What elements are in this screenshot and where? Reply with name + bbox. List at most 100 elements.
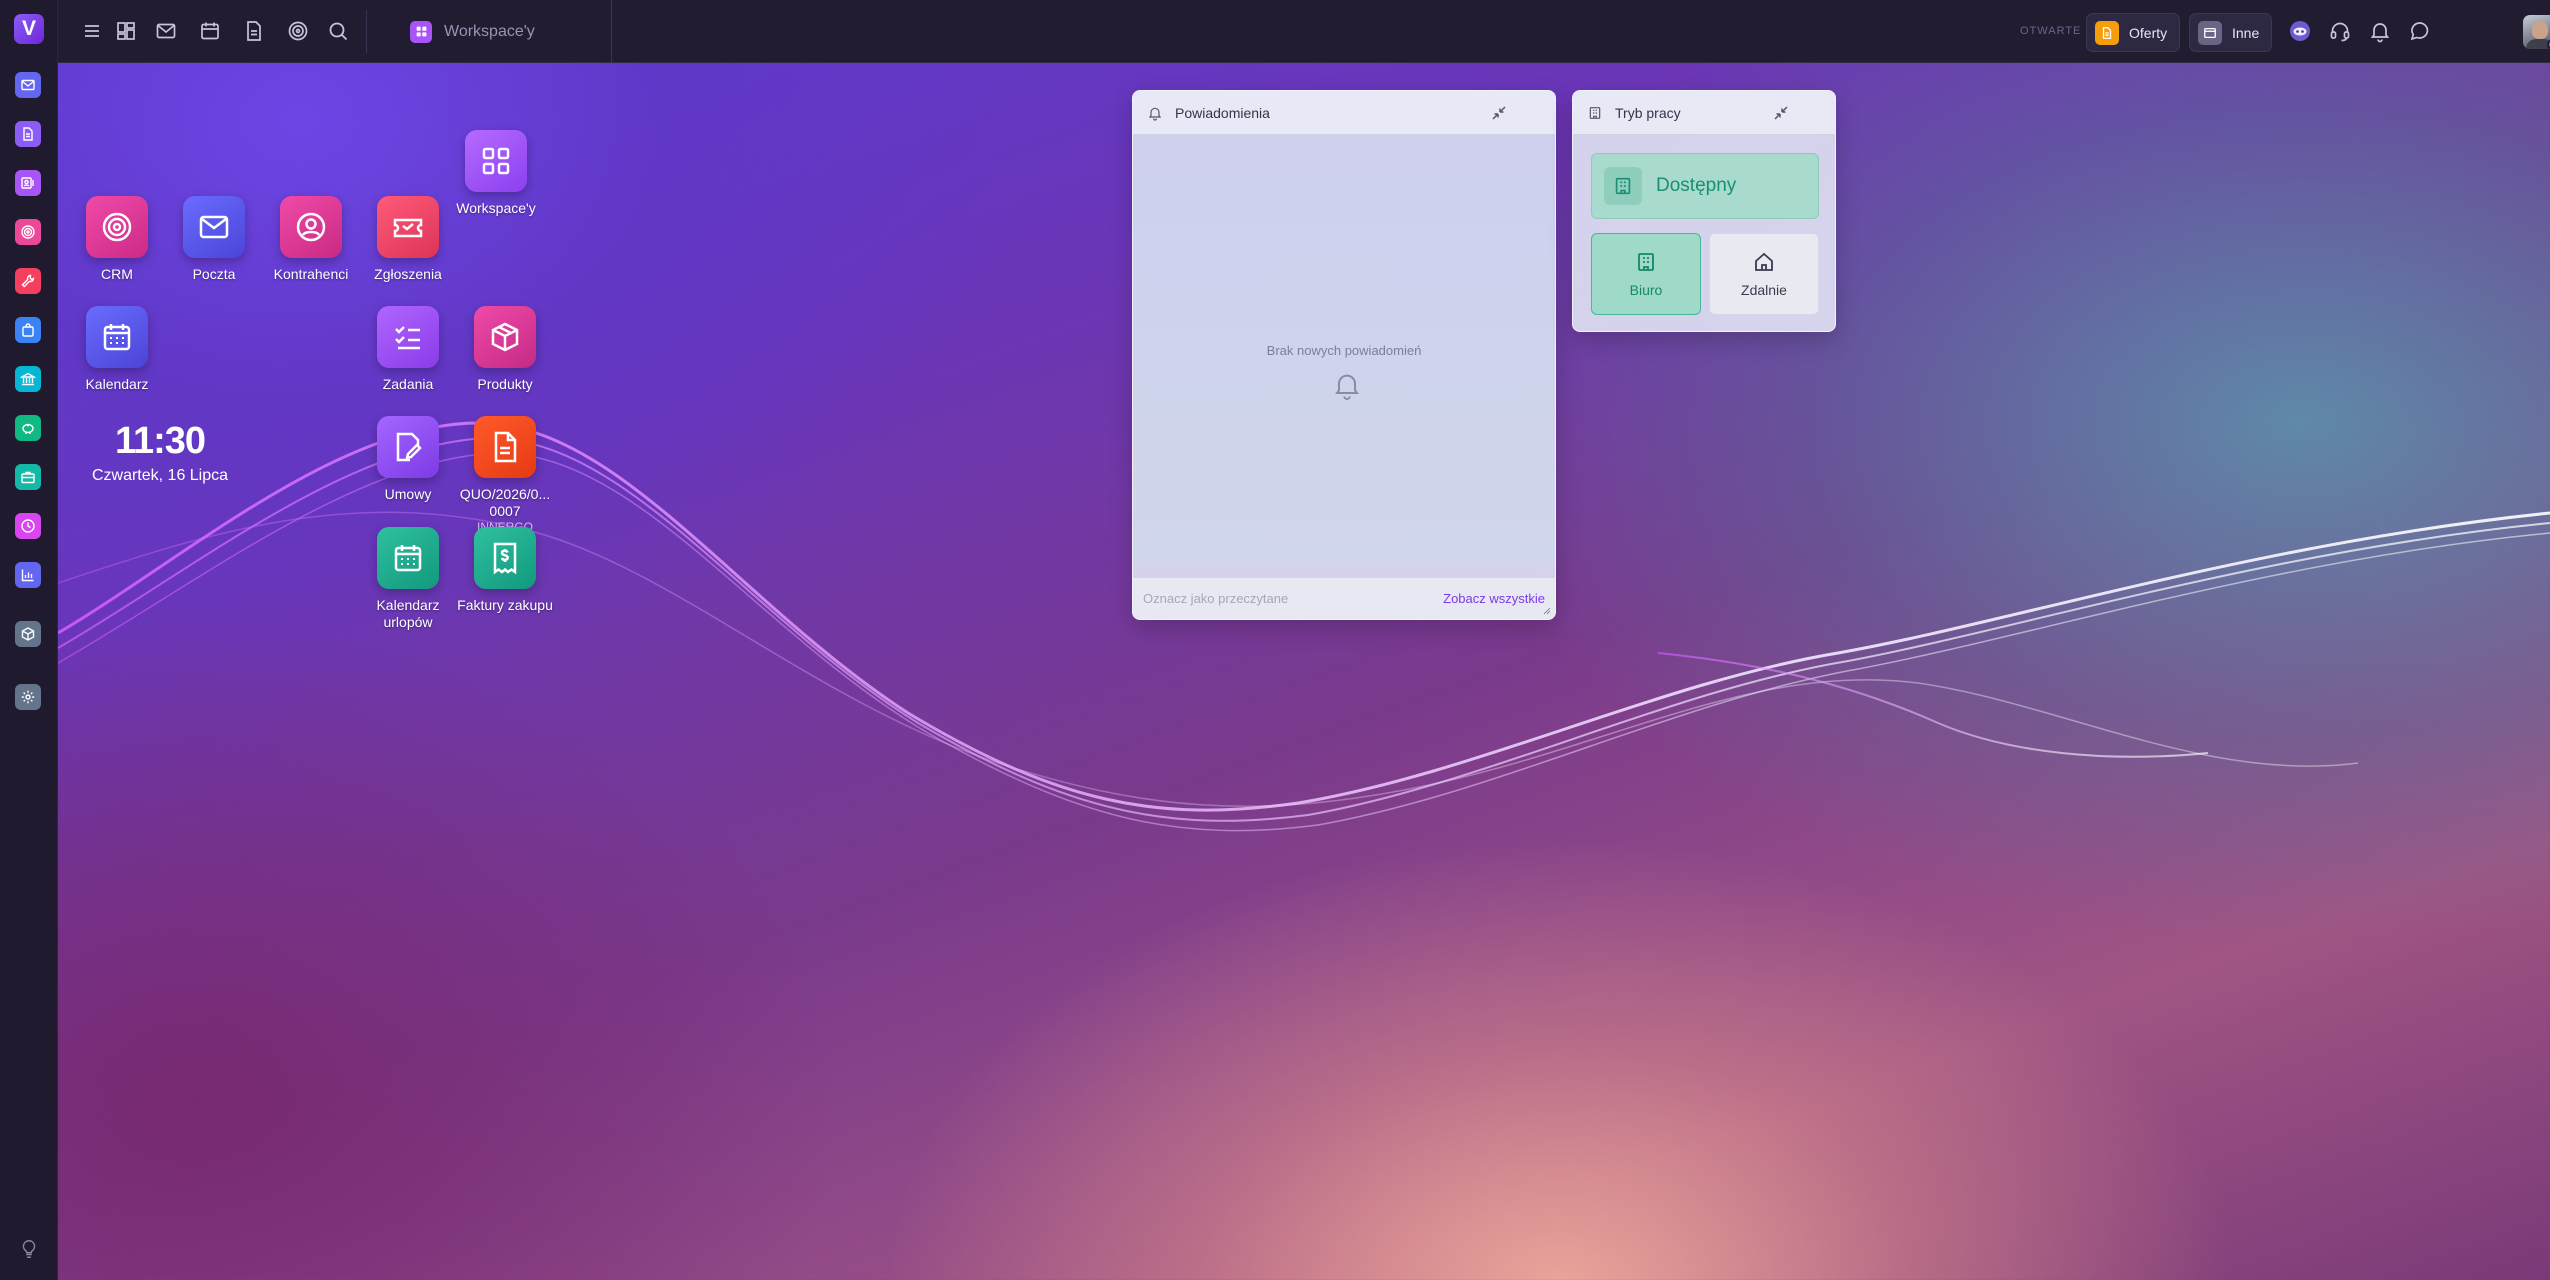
app-label: Workspace'y: [456, 200, 536, 216]
app-logo[interactable]: V: [14, 14, 44, 44]
open-tab-inne[interactable]: Inne: [2189, 13, 2273, 52]
collapse-icon[interactable]: [1491, 105, 1507, 121]
menu-icon: [85, 25, 99, 37]
document-icon: [2095, 20, 2119, 45]
user-avatar[interactable]: [2523, 15, 2550, 49]
workspaces-tab[interactable]: Workspace'y: [398, 0, 612, 63]
target-icon: [288, 21, 308, 41]
receipt-icon: [474, 527, 536, 589]
sidebar-item-contacts[interactable]: [15, 170, 41, 196]
notifications-widget: Powiadomienia Brak nowych powiadomień Oz…: [1132, 90, 1556, 620]
tools-icon: [21, 274, 35, 288]
sidebar-item-mail[interactable]: [15, 72, 41, 98]
app-kalendarz[interactable]: Kalendarz: [67, 306, 167, 393]
work-mode-header: Tryb pracy: [1573, 91, 1835, 135]
see-all-link[interactable]: Zobacz wszystkie: [1443, 591, 1545, 606]
sidebar-item-budget[interactable]: [15, 415, 41, 441]
sidebar-item-service[interactable]: [15, 268, 41, 294]
calendar-button[interactable]: [198, 19, 222, 43]
menu-button[interactable]: [80, 19, 104, 43]
notifications-footer: Oznacz jako przeczytane Zobacz wszystkie: [1133, 577, 1555, 619]
notifications-title: Powiadomienia: [1175, 104, 1270, 121]
contract-icon: [377, 416, 439, 478]
app-label: Zadania: [382, 376, 434, 392]
documents-button[interactable]: [242, 19, 266, 43]
app-produkty[interactable]: Produkty: [455, 306, 555, 393]
open-tabs-caption: OTWARTE: [2020, 25, 2082, 37]
window-icon: [2198, 20, 2222, 45]
calendar-icon: [86, 306, 148, 368]
clock-date: Czwartek, 16 Lipca: [91, 467, 229, 484]
mail-button[interactable]: [154, 19, 178, 43]
notifications-header: Powiadomienia: [1133, 91, 1555, 135]
empty-notifications-text: Brak nowych powiadomień: [1266, 343, 1422, 358]
grid-icon: [465, 130, 527, 192]
left-sidebar: V: [0, 0, 58, 1280]
sidebar-item-finance[interactable]: [15, 366, 41, 392]
chat-button[interactable]: [2408, 19, 2432, 43]
app-label: Kalendarz: [85, 376, 149, 392]
dashboard-button[interactable]: [114, 19, 138, 43]
app-quo-document[interactable]: QUO/2026/0... 0007 INNERGO: [455, 416, 555, 534]
bell-icon: [1335, 374, 1359, 400]
resize-handle-icon[interactable]: [1541, 605, 1551, 615]
sidebar-item-reports[interactable]: [15, 562, 41, 588]
crm-button[interactable]: [286, 19, 310, 43]
bell-icon: [1148, 107, 1162, 121]
sidebar-item-sales[interactable]: [15, 317, 41, 343]
app-workspaces[interactable]: Workspace'y: [446, 130, 546, 217]
lightbulb-icon[interactable]: [18, 1238, 40, 1260]
home-icon: [1755, 252, 1773, 271]
app-kontrahenci[interactable]: Kontrahenci: [261, 196, 361, 283]
workspaces-tab-label: Workspace'y: [444, 22, 535, 40]
app-faktury-zakupu[interactable]: Faktury zakupu: [455, 527, 555, 614]
app-label: Faktury zakupu: [457, 597, 553, 613]
sidebar-item-crm[interactable]: [15, 219, 41, 245]
open-tab-label: Inne: [2232, 24, 2260, 41]
open-tab-oferty[interactable]: Oferty: [2086, 13, 2181, 52]
briefcase-icon: [21, 471, 35, 484]
sidebar-item-hr[interactable]: [15, 464, 41, 490]
work-mode-widget: Tryb pracy Dostępny Biuro Zdalnie: [1572, 90, 1836, 332]
work-mode-remote-button[interactable]: Zdalnie: [1709, 233, 1819, 315]
dashboard-icon: [117, 22, 135, 40]
app-label: Poczta: [192, 266, 236, 282]
ai-assistant-button[interactable]: [2288, 19, 2312, 43]
app-zadania[interactable]: Zadania: [358, 306, 458, 393]
collapse-icon[interactable]: [1773, 105, 1789, 121]
document-icon: [23, 127, 33, 141]
bag-icon: [22, 323, 34, 337]
mail-icon: [21, 79, 35, 91]
app-poczta[interactable]: Poczta: [164, 196, 264, 283]
notifications-button[interactable]: [2368, 19, 2392, 43]
desktop-clock: 11:30 Czwartek, 16 Lipca: [80, 420, 240, 485]
sidebar-item-documents[interactable]: [15, 121, 41, 147]
top-bar: Workspace'y OTWARTE Oferty Inne: [58, 0, 2550, 63]
user-circle-icon: [280, 196, 342, 258]
target-icon: [86, 196, 148, 258]
mail-icon: [183, 196, 245, 258]
search-button[interactable]: [326, 19, 350, 43]
app-kalendarz-urlopow[interactable]: Kalendarz urlopów: [358, 527, 458, 631]
clock-time: 11:30: [114, 420, 206, 462]
sidebar-item-time[interactable]: [15, 513, 41, 539]
app-crm[interactable]: CRM: [67, 196, 167, 283]
work-mode-title: Tryb pracy: [1615, 104, 1681, 121]
ticket-icon: [377, 196, 439, 258]
work-mode-office-button[interactable]: Biuro: [1591, 233, 1701, 315]
contacts-icon: [21, 177, 34, 189]
open-tab-label: Oferty: [2129, 24, 2168, 41]
sidebar-item-modules[interactable]: [15, 621, 41, 647]
app-zgloszenia[interactable]: Zgłoszenia: [358, 196, 458, 283]
building-icon: [1638, 253, 1654, 271]
sidebar-item-settings[interactable]: [15, 684, 41, 710]
app-umowy[interactable]: Umowy: [358, 416, 458, 503]
support-button[interactable]: [2328, 19, 2352, 43]
search-icon: [329, 22, 348, 41]
mark-as-read-link[interactable]: Oznacz jako przeczytane: [1143, 591, 1288, 606]
app-label: Kalendarz urlopów: [376, 597, 440, 630]
chart-icon: [21, 569, 34, 582]
bell-icon: [2370, 23, 2390, 43]
divider: [366, 10, 367, 53]
app-label: Umowy: [384, 486, 432, 502]
